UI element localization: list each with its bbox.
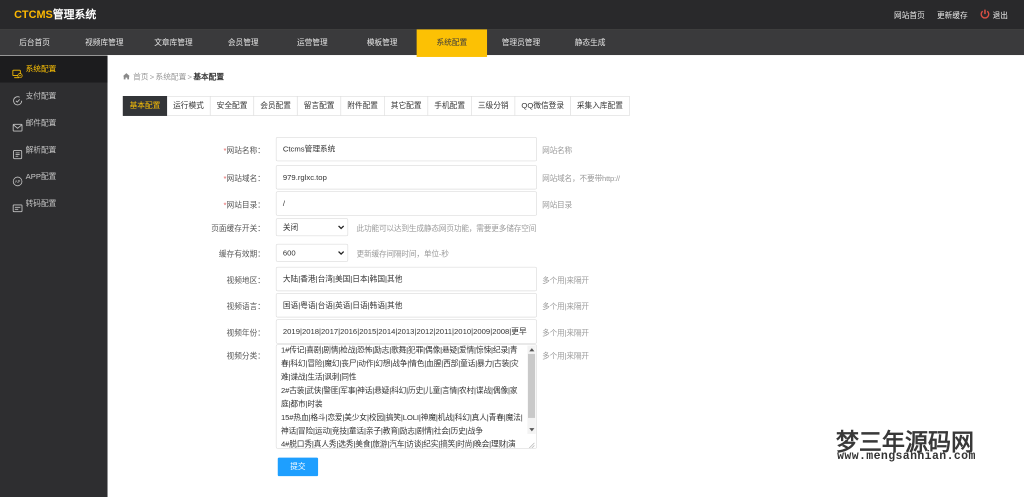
svg-text:AP: AP bbox=[15, 179, 21, 184]
